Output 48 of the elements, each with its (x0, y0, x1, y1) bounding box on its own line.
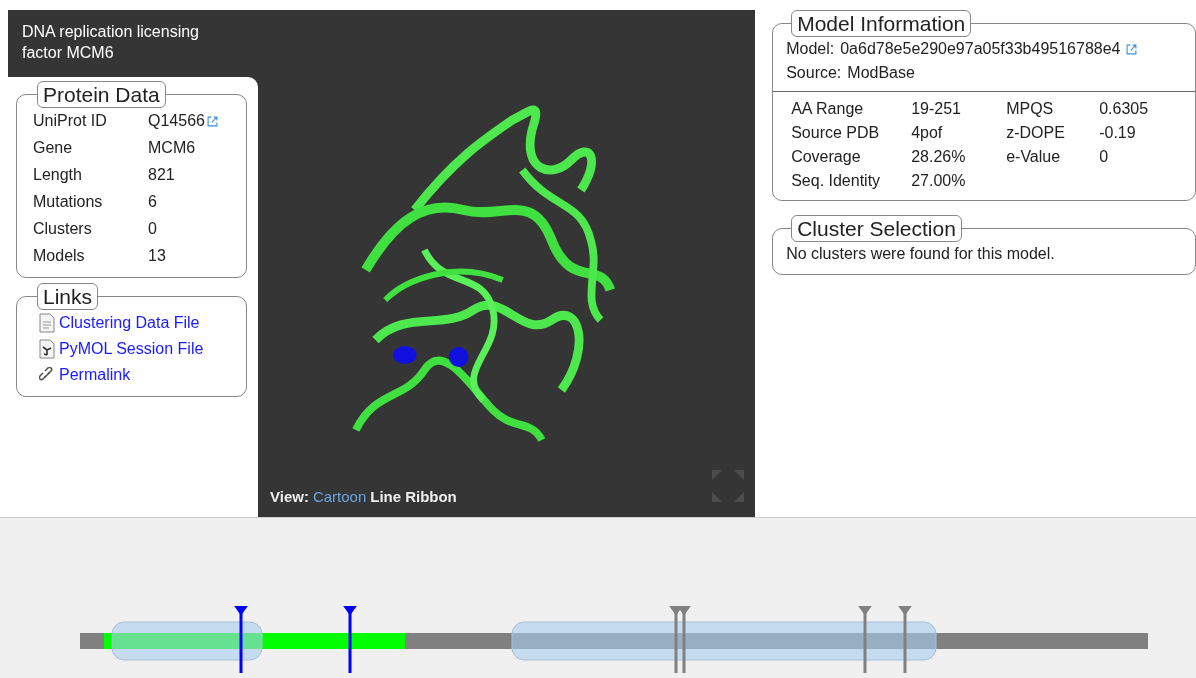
field-value: 0 (148, 219, 157, 239)
file-link[interactable]: Clustering Data File (59, 310, 200, 336)
chain-link-icon (39, 367, 55, 383)
field-value: 27.00% (911, 171, 967, 191)
field-label: Length (33, 165, 83, 185)
view-mode-option[interactable]: Ribbon (405, 488, 457, 505)
field-label: Clusters (33, 219, 93, 239)
document-icon (39, 313, 55, 333)
field-label: Gene (33, 138, 74, 158)
field-value: 6 (148, 192, 157, 212)
field-label: Source: (786, 63, 842, 83)
field-label: AA Range (791, 99, 865, 119)
field-value[interactable]: Q14566 (148, 110, 205, 132)
field-value: -0.19 (1099, 123, 1137, 143)
model-id-link[interactable]: 0a6d78e5e290e97a05f33b49516788e4 (840, 37, 1121, 61)
file-link[interactable]: Permalink (59, 362, 131, 388)
box-legend: Cluster Selection (791, 215, 962, 242)
field-label: z-DOPE (1006, 123, 1066, 143)
field-value: 4pof (911, 123, 944, 143)
field-label: Models (33, 246, 86, 266)
empty-message: No clusters were found for this model. (785, 244, 1056, 264)
field-label: MPQS (1006, 99, 1055, 119)
external-link-icon[interactable] (1126, 43, 1138, 55)
field-label: Seq. Identity (791, 171, 882, 191)
field-label: UniProt ID (33, 111, 108, 131)
protein-title: DNA replication licensing factor MCM6 (21, 22, 200, 63)
pymol-file-icon (39, 339, 55, 359)
field-value: 19-251 (911, 99, 962, 119)
field-value: 0 (1099, 147, 1110, 167)
file-link[interactable]: PyMOL Session File (59, 336, 204, 362)
field-value: 0.6305 (1099, 99, 1150, 119)
field-label: Mutations (33, 192, 104, 212)
box-legend: Links (37, 283, 99, 310)
view-mode-option[interactable]: Cartoon (312, 488, 367, 505)
view-label: View: (270, 488, 309, 505)
box-legend: Model Information (791, 10, 972, 37)
field-label: e-Value (1006, 147, 1062, 167)
field-label: Source PDB (791, 123, 881, 143)
box-legend: Protein Data (37, 81, 166, 108)
field-value: 821 (148, 165, 175, 185)
field-value: 28.26% (911, 147, 967, 167)
field-label: Model: (786, 39, 835, 59)
external-link-icon[interactable] (206, 115, 218, 127)
view-mode-option[interactable]: Line (370, 488, 402, 505)
field-value: ModBase (847, 63, 915, 83)
field-value: MCM6 (148, 138, 196, 158)
field-label: Coverage (791, 147, 862, 167)
field-value: 13 (148, 246, 166, 266)
